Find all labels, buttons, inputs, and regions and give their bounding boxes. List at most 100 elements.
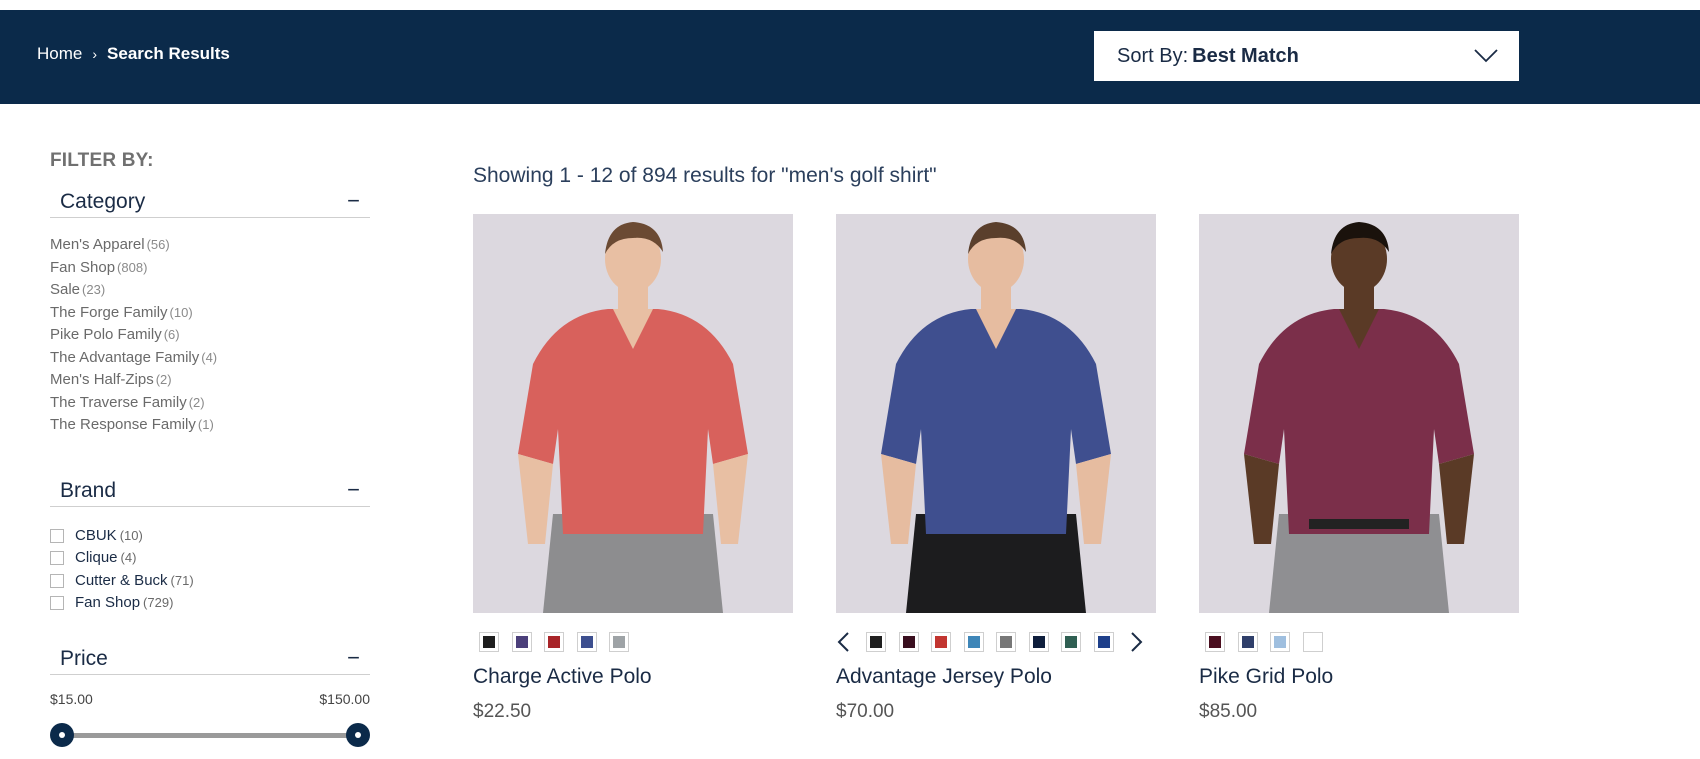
product-card[interactable]: Charge Active Polo $22.50 xyxy=(473,214,793,723)
price-range-labels: $15.00 $150.00 xyxy=(50,691,370,721)
brand-facet-header[interactable]: Brand − xyxy=(50,477,370,507)
color-swatch[interactable] xyxy=(898,632,919,652)
swatch-color xyxy=(548,636,560,648)
price-min-label: $15.00 xyxy=(50,690,93,707)
brand-filter-label: Clique xyxy=(75,549,118,566)
color-swatch[interactable] xyxy=(1302,632,1323,652)
filter-sidebar: FILTER BY: Category − Men's Apparel (56) F… xyxy=(50,150,370,751)
category-filter-label: The Forge Family xyxy=(50,303,168,321)
brand-list: CBUK (10) Clique (4) Cutter & Buck (71) Fan Sh… xyxy=(50,525,370,615)
color-swatch[interactable] xyxy=(609,632,629,652)
category-filter-label: The Advantage Family xyxy=(50,348,200,366)
brand-filter-label: CBUK xyxy=(75,526,117,544)
brand-filter-count: (10) xyxy=(119,527,143,543)
collapse-icon[interactable]: − xyxy=(347,645,360,671)
product-model-image xyxy=(836,214,1156,613)
color-swatches xyxy=(836,631,1156,653)
price-slider-track xyxy=(62,732,358,738)
color-swatch[interactable] xyxy=(1205,632,1225,652)
brand-checkbox[interactable] xyxy=(50,551,64,566)
price-slider[interactable] xyxy=(50,721,370,751)
category-filter-item[interactable]: Pike Polo Family (6) xyxy=(50,324,370,347)
product-model-image xyxy=(1199,214,1519,613)
swatch-color xyxy=(1274,636,1286,648)
brand-checkbox[interactable] xyxy=(50,596,64,611)
page-header: Home › Search Results Sort By: Best Matc… xyxy=(0,10,1700,104)
category-filter-label: Men's Apparel xyxy=(50,236,145,253)
results-count-heading: Showing 1 - 12 of 894 results for "men's… xyxy=(473,164,937,187)
category-filter-count: (4) xyxy=(201,349,218,365)
color-swatch[interactable] xyxy=(963,632,984,652)
swatch-color xyxy=(515,636,528,648)
swatch-color xyxy=(1241,636,1254,648)
chevron-left-icon[interactable] xyxy=(836,631,852,653)
color-swatches xyxy=(1199,631,1519,653)
price-slider-min-handle[interactable] xyxy=(50,722,74,747)
price-facet-header[interactable]: Price − xyxy=(50,645,370,675)
color-swatch[interactable] xyxy=(511,632,532,652)
swatch-color xyxy=(1065,636,1077,648)
category-filter-label: Men's Half-Zips xyxy=(50,371,154,388)
color-swatch[interactable] xyxy=(1237,632,1258,652)
product-name[interactable]: Pike Grid Polo xyxy=(1199,665,1519,689)
sort-dropdown[interactable]: Sort By: Best Match xyxy=(1094,31,1519,81)
product-card[interactable]: Advantage Jersey Polo $70.00 xyxy=(836,214,1156,723)
color-swatch[interactable] xyxy=(1028,632,1049,652)
category-filter-count: (808) xyxy=(117,259,148,275)
category-filter-label: Fan Shop xyxy=(50,258,116,276)
product-image[interactable] xyxy=(473,214,793,613)
category-filter-label: Pike Polo Family xyxy=(50,326,162,343)
category-filter-item[interactable]: Sale (23) xyxy=(50,279,370,302)
color-swatch[interactable] xyxy=(1270,632,1290,652)
color-swatch[interactable] xyxy=(479,632,499,652)
swatch-color xyxy=(1032,636,1045,648)
category-facet-header[interactable]: Category − xyxy=(50,188,370,218)
color-swatch[interactable] xyxy=(996,632,1016,652)
brand-checkbox[interactable] xyxy=(50,528,64,543)
color-swatch[interactable] xyxy=(866,632,886,652)
category-filter-item[interactable]: The Response Family (1) xyxy=(50,414,370,437)
category-filter-item[interactable]: The Traverse Family (2) xyxy=(50,392,370,415)
category-facet-title: Category xyxy=(60,190,146,213)
brand-checkbox[interactable] xyxy=(50,573,64,588)
product-name[interactable]: Charge Active Polo xyxy=(473,665,793,689)
brand-filter-item[interactable]: CBUK (10) xyxy=(50,525,370,548)
collapse-icon[interactable]: − xyxy=(347,188,360,214)
category-filter-label: The Traverse Family xyxy=(50,393,187,411)
breadcrumb-home-link[interactable]: Home xyxy=(37,44,82,64)
brand-filter-item[interactable]: Clique (4) xyxy=(50,547,370,570)
product-model-image xyxy=(473,214,793,613)
category-filter-count: (23) xyxy=(82,282,106,297)
collapse-icon[interactable]: − xyxy=(347,477,360,503)
product-image[interactable] xyxy=(1199,214,1519,613)
brand-filter-item[interactable]: Cutter & Buck (71) xyxy=(50,570,370,593)
product-image[interactable] xyxy=(836,214,1156,613)
swatch-color xyxy=(902,636,915,648)
category-filter-count: (56) xyxy=(146,237,170,252)
swatch-color xyxy=(580,636,593,648)
brand-filter-label: Fan Shop xyxy=(75,594,141,611)
category-filter-item[interactable]: Fan Shop (808) xyxy=(50,257,370,280)
product-price: $22.50 xyxy=(473,701,532,722)
color-swatch[interactable] xyxy=(1093,632,1114,652)
category-filter-label: The Response Family xyxy=(50,416,196,433)
category-filter-item[interactable]: The Advantage Family (4) xyxy=(50,347,370,370)
brand-filter-label: Cutter & Buck xyxy=(75,571,168,589)
category-filter-item[interactable]: Men's Apparel (56) xyxy=(50,234,370,257)
brand-filter-item[interactable]: Fan Shop (729) xyxy=(50,592,370,615)
price-slider-max-handle[interactable] xyxy=(346,722,370,747)
chevron-right-icon[interactable] xyxy=(1128,631,1144,653)
product-name[interactable]: Advantage Jersey Polo xyxy=(836,665,1156,689)
product-card[interactable]: Pike Grid Polo $85.00 xyxy=(1199,214,1519,723)
swatch-color xyxy=(1209,636,1221,648)
sort-label: Sort By: xyxy=(1117,44,1189,67)
color-swatch[interactable] xyxy=(931,632,951,652)
color-swatches xyxy=(473,631,793,653)
category-filter-item[interactable]: Men's Half-Zips (2) xyxy=(50,369,370,392)
category-filter-item[interactable]: The Forge Family (10) xyxy=(50,302,370,325)
color-swatch[interactable] xyxy=(1061,632,1081,652)
filter-title: FILTER BY: xyxy=(50,150,154,171)
color-swatch[interactable] xyxy=(544,632,564,652)
swatch-color xyxy=(967,636,980,648)
color-swatch[interactable] xyxy=(576,632,597,652)
